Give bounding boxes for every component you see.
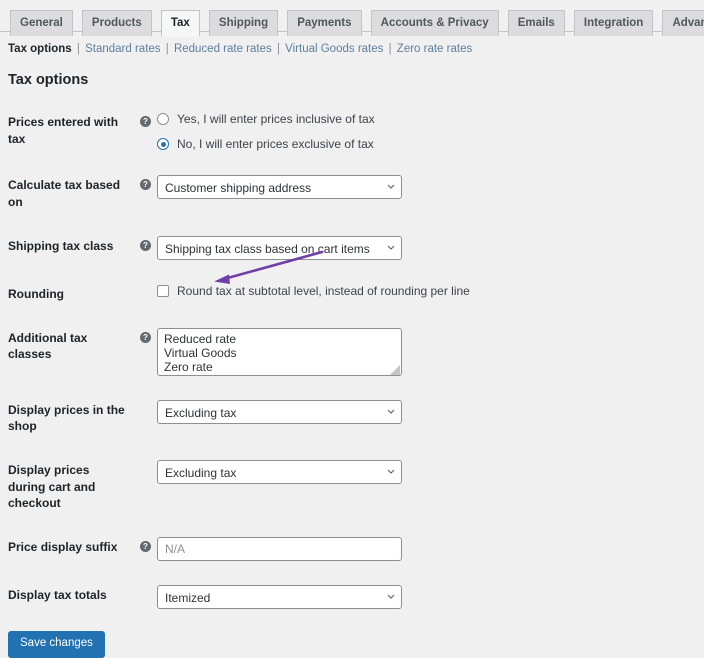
radio-icon-inclusive[interactable] <box>157 113 169 126</box>
select-display-prices-in-the-shop[interactable]: Excluding tax <box>157 399 402 424</box>
radio-label-inclusive: Yes, I will enter prices inclusive of ta… <box>177 112 375 127</box>
tax-subnav: Tax options | Standard rates | Reduced r… <box>8 40 704 58</box>
tab-advanced[interactable]: Advanced <box>662 10 704 37</box>
subnav-separator-1: | <box>76 43 80 55</box>
subnav-current-tax-options: Tax options <box>8 43 72 55</box>
subnav-separator-3: | <box>276 43 280 55</box>
tab-general[interactable]: General <box>10 10 73 37</box>
tab-payments[interactable]: Payments <box>287 10 362 37</box>
label-price-display-suffix: Price display suffix <box>8 539 118 554</box>
subnav-link-virtual-goods-rates[interactable]: Virtual Goods rates <box>285 43 383 55</box>
label-rounding: Rounding <box>8 286 64 301</box>
checkbox-label-rounding: Round tax at subtotal level, instead of … <box>177 283 470 298</box>
help-icon[interactable]: ? <box>140 331 151 343</box>
help-icon[interactable]: ? <box>140 179 151 191</box>
tab-shipping[interactable]: Shipping <box>208 10 279 37</box>
subnav-separator-2: | <box>165 43 169 55</box>
subnav-link-zero-rate-rates[interactable]: Zero rate rates <box>397 43 472 55</box>
tab-tax[interactable]: Tax <box>160 10 200 38</box>
tax-options-form: Prices entered with tax ? Yes, I will en… <box>0 100 704 621</box>
tab-integration[interactable]: Integration <box>573 10 654 37</box>
input-price-display-suffix[interactable] <box>157 536 402 561</box>
label-display-prices-during-cart-and-checkout: Display prices during cart and checkout <box>8 463 96 510</box>
select-display-tax-totals[interactable]: Itemized <box>157 584 402 609</box>
select-display-prices-during-cart-and-checkout[interactable]: Excluding tax <box>157 460 402 485</box>
save-changes-button[interactable]: Save changes <box>8 630 105 658</box>
radio-group-prices-entered-with-tax: Yes, I will enter prices inclusive of ta… <box>157 112 375 151</box>
label-prices-entered-with-tax: Prices entered with tax <box>8 115 119 146</box>
row-price-display-suffix: Price display suffix ? <box>0 525 704 573</box>
subnav-separator-4: | <box>388 43 392 55</box>
tab-emails[interactable]: Emails <box>507 10 565 37</box>
row-rounding: Rounding Round tax at subtotal level, in… <box>0 272 704 316</box>
label-calculate-tax-based-on: Calculate tax based on <box>8 178 121 209</box>
row-display-tax-totals: Display tax totals Itemized <box>0 573 704 621</box>
label-display-prices-in-the-shop: Display prices in the shop <box>8 402 125 434</box>
help-icon[interactable]: ? <box>140 239 151 251</box>
submit-area: Save changes <box>0 621 704 658</box>
tab-accounts-privacy[interactable]: Accounts & Privacy <box>370 10 499 37</box>
row-display-prices-during-cart-and-checkout: Display prices during cart and checkout … <box>0 448 704 525</box>
page-title: Tax options <box>8 72 89 89</box>
radio-option-inclusive[interactable]: Yes, I will enter prices inclusive of ta… <box>157 112 375 126</box>
subnav-link-standard-rates[interactable]: Standard rates <box>85 43 160 55</box>
row-additional-tax-classes: Additional tax classes ? Reduced rate Vi… <box>0 316 704 388</box>
checkbox-option-rounding[interactable]: Round tax at subtotal level, instead of … <box>157 284 470 298</box>
row-prices-entered-with-tax: Prices entered with tax ? Yes, I will en… <box>0 100 704 163</box>
row-display-prices-in-the-shop: Display prices in the shop Excluding tax <box>0 388 704 448</box>
select-shipping-tax-class[interactable]: Shipping tax class based on cart items <box>157 235 402 260</box>
select-calculate-tax-based-on[interactable]: Customer shipping address <box>157 175 402 200</box>
help-icon[interactable]: ? <box>140 116 151 128</box>
settings-tab-bar: General Products Tax Shipping Payments A… <box>0 0 704 38</box>
row-calculate-tax-based-on: Calculate tax based on ? Customer shippi… <box>0 163 704 223</box>
row-shipping-tax-class: Shipping tax class ? Shipping tax class … <box>0 224 704 272</box>
label-display-tax-totals: Display tax totals <box>8 587 107 602</box>
checkbox-icon-rounding[interactable] <box>157 284 169 297</box>
label-additional-tax-classes: Additional tax classes <box>8 330 88 362</box>
radio-icon-exclusive[interactable] <box>157 138 169 151</box>
tab-products[interactable]: Products <box>81 10 152 37</box>
label-shipping-tax-class: Shipping tax class <box>8 238 114 253</box>
textarea-additional-tax-classes[interactable]: Reduced rate Virtual Goods Zero rate <box>157 327 402 376</box>
radio-option-exclusive[interactable]: No, I will enter prices exclusive of tax <box>157 137 375 151</box>
subnav-link-reduced-rate-rates[interactable]: Reduced rate rates <box>174 43 272 55</box>
help-icon[interactable]: ? <box>140 540 151 552</box>
radio-label-exclusive: No, I will enter prices exclusive of tax <box>177 137 374 152</box>
